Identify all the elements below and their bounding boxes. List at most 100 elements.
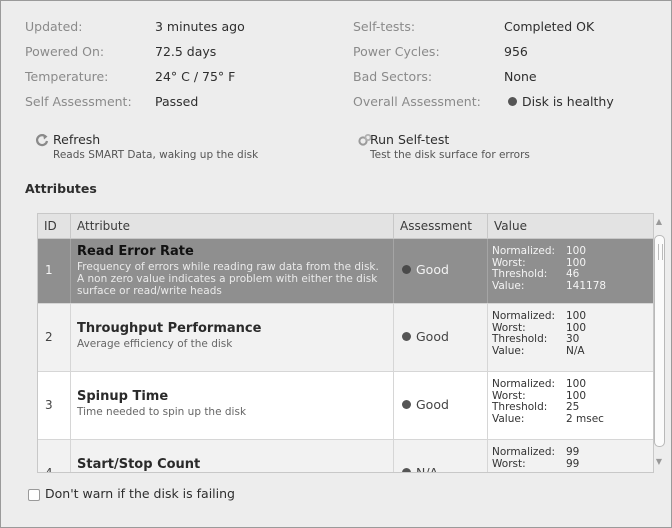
value-normalized: 100 [566,378,587,390]
refresh-icon [35,134,49,147]
assessment-dot [402,468,411,472]
row-id: 2 [38,304,71,371]
attributes-table[interactable]: ID Attribute Assessment Value 1 Read Err… [37,213,654,473]
value-normalized: 100 [566,310,587,322]
powered-on-label: Powered On: [25,44,105,59]
value-key: Normalized: [492,378,556,390]
row-id: 1 [38,239,71,303]
attribute-cell: Start/Stop Count [71,440,394,472]
assessment-text: Good [416,397,449,412]
attributes-heading: Attributes [25,181,97,196]
column-header-value[interactable]: Value [488,214,653,238]
smart-dialog: Updated: 3 minutes ago Powered On: 72.5 … [0,0,672,528]
scrollbar-thumb[interactable] [654,235,665,447]
attribute-cell: Spinup Time Time needed to spin up the d… [71,372,394,439]
self-tests-label: Self-tests: [353,19,416,34]
scroll-up-arrow-icon[interactable]: ▲ [654,217,664,226]
assessment-dot [402,400,411,409]
attribute-description: Time needed to spin up the disk [77,406,247,418]
value-raw: 2 msec [566,412,604,425]
run-self-test-title: Run Self-test [370,132,450,147]
overall-assessment-value: Disk is healthy [508,94,614,109]
refresh-title: Refresh [53,132,101,147]
health-status-dot [508,97,517,106]
value-key: Normalized: [492,446,556,458]
refresh-action[interactable]: Refresh Reads SMART Data, waking up the … [35,132,325,164]
assessment-cell: N/A [394,440,488,473]
self-tests-value: Completed OK [504,19,595,34]
value-worst: 100 [566,321,587,334]
table-row[interactable]: 2 Throughput Performance Average efficie… [38,304,653,372]
table-row[interactable]: 3 Spinup Time Time needed to spin up the… [38,372,653,440]
value-key: Threshold: [492,401,548,413]
overall-assessment-text: Disk is healthy [522,94,614,109]
assessment-dot [402,332,411,341]
column-header-assessment[interactable]: Assessment [394,214,488,238]
value-normalized: 99 [566,446,580,458]
attribute-cell: Throughput Performance Average efficienc… [71,304,394,371]
assessment-text: N/A [416,465,439,473]
attribute-description: Frequency of errors while reading raw da… [77,261,379,297]
value-normalized: 100 [566,245,587,257]
column-header-attribute[interactable]: Attribute [71,214,394,238]
value-cell: Normalized: 99 Worst: 99 [488,440,653,472]
power-cycles-label: Power Cycles: [353,44,440,59]
attribute-name: Spinup Time [77,389,169,404]
table-row[interactable]: 4 Start/Stop Count N/A Normalized: 99 Wor… [38,440,653,473]
run-self-test-action[interactable]: Run Self-test Test the disk surface for … [358,132,648,164]
value-threshold: 25 [566,401,580,413]
row-id: 4 [38,440,71,472]
column-header-id[interactable]: ID [38,214,71,238]
row-id: 3 [38,372,71,439]
value-key: Worst: [492,457,526,470]
assessment-text: Good [416,262,449,277]
value-key: Value: [492,279,525,292]
bad-sectors-value: None [504,69,537,84]
assessment-text: Good [416,329,449,344]
value-cell: Normalized: 100 Worst: 100 Threshold: 25 Va… [488,372,653,439]
value-raw: 141178 [566,279,607,292]
value-key: Normalized: [492,245,556,257]
value-key: Threshold: [492,333,548,345]
attribute-name: Throughput Performance [77,321,262,336]
updated-value: 3 minutes ago [155,19,245,34]
value-key: Normalized: [492,310,556,322]
value-cell: Normalized: 100 Worst: 100 Threshold: 30 Va… [488,304,653,371]
value-threshold: 46 [566,268,580,280]
assessment-dot [402,265,411,274]
temperature-value: 24° C / 75° F [155,69,236,84]
refresh-description: Reads SMART Data, waking up the disk [53,149,259,161]
value-raw: N/A [566,344,585,357]
grip-icon [658,244,663,260]
table-header: ID Attribute Assessment Value [38,214,653,239]
value-key: Value: [492,412,525,425]
powered-on-value: 72.5 days [155,44,217,59]
gears-icon [358,134,372,146]
attribute-description: Average efficiency of the disk [77,338,233,350]
overall-assessment-label: Overall Assessment: [353,94,481,109]
value-cell: Normalized: 100 Worst: 100 Threshold: 46 Va… [488,239,653,303]
assessment-cell: Good [394,304,488,371]
value-threshold: 30 [566,333,580,345]
dont-warn-label[interactable]: Don't warn if the disk is failing [45,486,235,501]
value-key: Threshold: [492,268,548,280]
value-worst: 99 [566,457,580,470]
attribute-name: Read Error Rate [77,244,194,259]
value-worst: 100 [566,389,587,402]
attribute-cell: Read Error Rate Frequency of errors whil… [71,239,394,303]
attribute-name: Start/Stop Count [77,457,201,472]
updated-label: Updated: [25,19,83,34]
bad-sectors-label: Bad Sectors: [353,69,433,84]
dont-warn-checkbox[interactable] [28,489,40,501]
value-worst: 100 [566,256,587,269]
table-scrollbar[interactable]: ▲ ▼ [652,213,666,471]
temperature-label: Temperature: [25,69,109,84]
assessment-cell: Good [394,372,488,439]
value-key: Value: [492,344,525,357]
table-row[interactable]: 1 Read Error Rate Frequency of errors wh… [38,239,653,304]
assessment-cell: Good [394,239,488,303]
run-self-test-description: Test the disk surface for errors [370,149,530,161]
scroll-down-arrow-icon[interactable]: ▼ [654,457,664,466]
power-cycles-value: 956 [504,44,528,59]
self-assessment-label: Self Assessment: [25,94,132,109]
